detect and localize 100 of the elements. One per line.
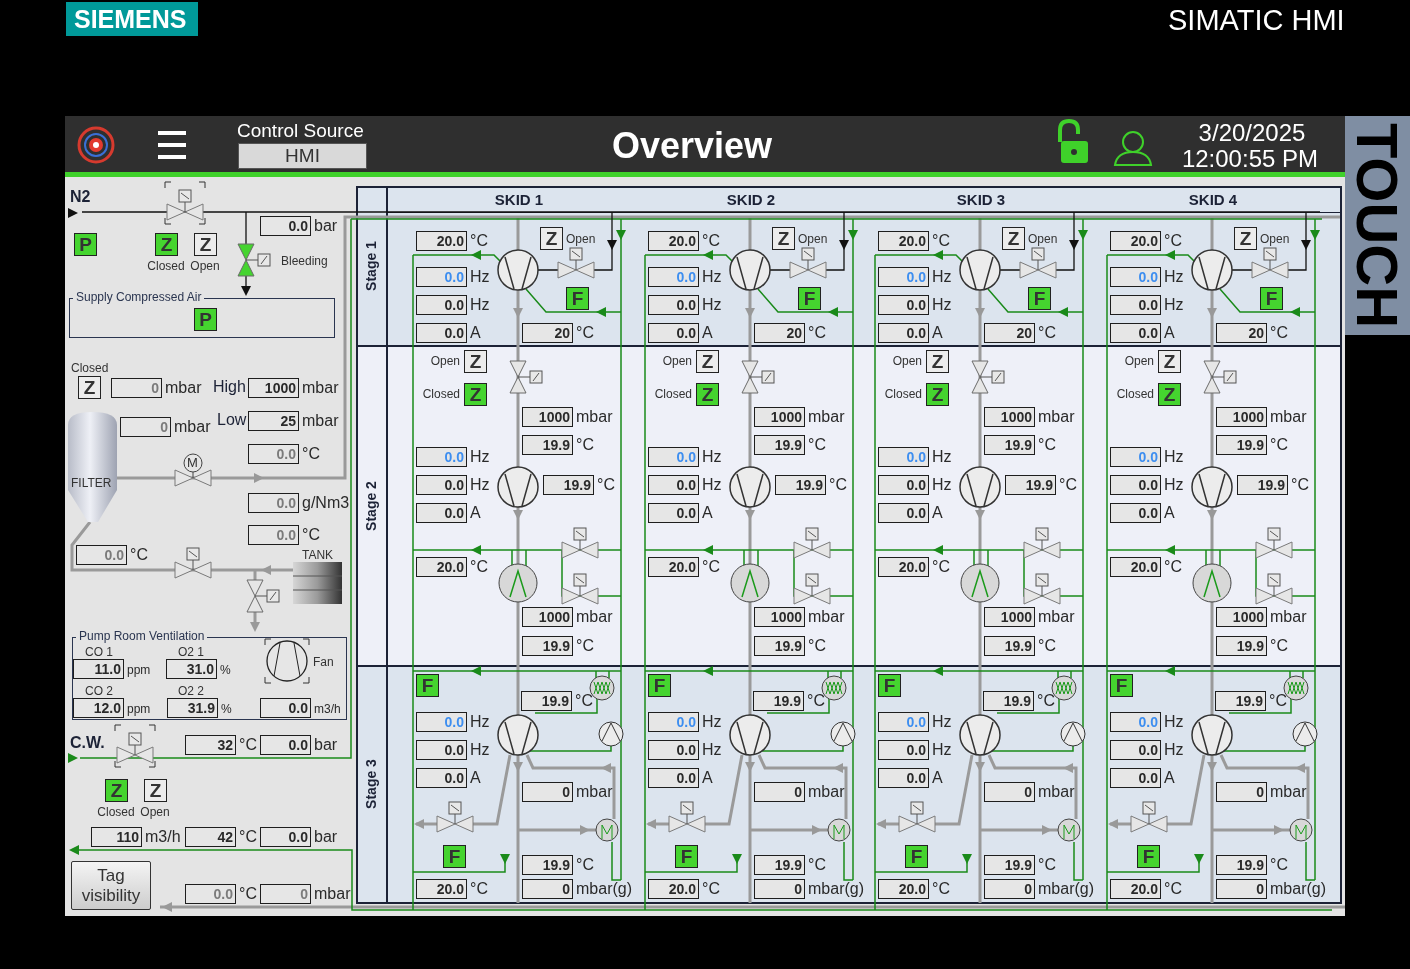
unit-label: A [470,325,481,341]
value-field: 0.0 [416,768,467,788]
status-indicator[interactable]: F [648,674,671,697]
unit-label: °C [1164,233,1182,249]
unit-label: °C [576,638,594,654]
unit-label: °C [1270,638,1288,654]
unit-label: Hz [932,742,952,758]
status-indicator[interactable]: Z [155,233,178,256]
status-indicator[interactable]: Z [144,779,167,802]
value-field: 20.0 [878,879,929,899]
value-field: 0.0 [1110,475,1161,495]
unit-label: Hz [470,477,490,493]
unit-label: °C [808,638,826,654]
value-field: 0.0 [416,503,467,523]
status-indicator[interactable]: Z [464,350,487,373]
valve-icon [793,573,831,605]
status-indicator[interactable]: Z [194,233,217,256]
value-field: 0 [1216,879,1267,899]
value-field: 0.0 [648,740,699,760]
status-indicator[interactable]: F [878,674,901,697]
unit-label: °C [1038,325,1056,341]
padlock-icon [1058,119,1088,163]
status-indicator[interactable]: F [566,287,589,310]
status-indicator[interactable]: Z [696,350,719,373]
status-indicator[interactable]: F [443,845,466,868]
unit-label: °C [1164,559,1182,575]
value-field: 42 [185,827,236,847]
status-indicator[interactable]: Z [1158,350,1181,373]
value-field: 20.0 [648,879,699,899]
value-field: 32 [185,735,236,755]
value-field: 0.0 [416,447,467,467]
unit-label: mbar(g) [808,881,864,897]
status-indicator[interactable]: Z [1158,383,1181,406]
control-source-field[interactable]: HMI [238,143,367,169]
status-indicator[interactable]: F [1137,845,1160,868]
unit-label: °C [702,881,720,897]
status-indicator[interactable]: F [1028,287,1051,310]
unit-label: mbar [1038,609,1075,625]
value-field: 0 [522,782,573,802]
status-indicator[interactable]: F [1110,674,1133,697]
status-indicator[interactable]: F [1260,287,1283,310]
unit-label: °C [1164,881,1182,897]
compressor-icon [729,466,771,508]
value-field: 0.0 [416,740,467,760]
value-field: 20 [1216,323,1267,343]
valve-icon [246,579,280,613]
unit-label: Hz [932,297,952,313]
value-field: 0.0 [878,503,929,523]
status-indicator[interactable]: F [798,287,821,310]
valve-icon [898,801,936,833]
value-field: 0.0 [648,447,699,467]
value-field: 0.0 [1110,447,1161,467]
status-indicator[interactable]: F [675,845,698,868]
unit-label: A [932,505,943,521]
menu-icon[interactable] [156,131,188,159]
valve-icon [668,801,706,833]
value-field: 0.0 [416,712,467,732]
valve-icon [561,573,599,605]
value-field: 0 [984,782,1035,802]
value-field: 0.0 [185,884,236,904]
unit-label: A [1164,505,1175,521]
value-field: 0.0 [648,475,699,495]
unit-label: Hz [1164,269,1184,285]
motor-icon [827,818,851,842]
status-indicator[interactable]: Z [1234,227,1257,250]
value-field: 20.0 [648,557,699,577]
status-indicator[interactable]: Z [926,350,949,373]
status-indicator[interactable]: F [905,845,928,868]
indicator-label: Open [430,355,460,367]
status-indicator[interactable]: Z [926,383,949,406]
value-field: 0.0 [648,323,699,343]
unit-label: A [470,505,481,521]
unit-label: °C [932,233,950,249]
unit-label: ppm [127,664,151,676]
value-field: 19.9 [1237,475,1288,495]
status-indicator[interactable]: F [416,674,439,697]
value-field: 0 [754,782,805,802]
indicator-label: Open [662,355,692,367]
stage-label: Stage 2 [364,480,378,533]
unit-label: mbar [174,419,211,435]
value-field: 19.9 [522,855,573,875]
status-indicator[interactable]: P [194,308,217,331]
unit-label: mbar [314,886,351,902]
unit-label: °C [302,446,320,462]
label-text: CO 2 [85,685,113,697]
status-indicator[interactable]: P [74,233,97,256]
value-field: 20.0 [416,879,467,899]
status-indicator[interactable]: Z [772,227,795,250]
unit-label: °C [576,437,594,453]
unit-label: m3/h [314,703,341,715]
status-indicator[interactable]: Z [540,227,563,250]
status-indicator[interactable]: Z [105,779,128,802]
status-indicator[interactable]: Z [78,376,101,399]
status-indicator[interactable]: Z [464,383,487,406]
unit-label: Hz [1164,742,1184,758]
status-indicator[interactable]: Z [1002,227,1025,250]
status-indicator[interactable]: Z [696,383,719,406]
tag-visibility-button[interactable]: Tag visibility [71,861,151,910]
value-field: 19.9 [754,435,805,455]
unit-label: Hz [1164,449,1184,465]
